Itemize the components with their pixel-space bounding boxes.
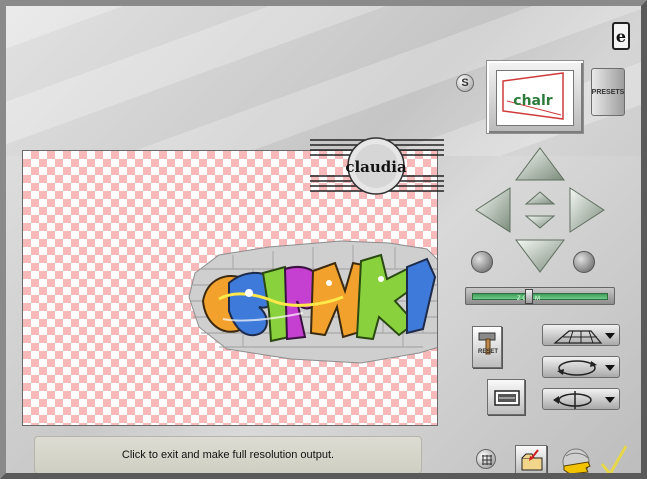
zoom-thumb[interactable] [525, 289, 533, 304]
status-message: Click to exit and make full resolution o… [121, 449, 335, 461]
status-bar[interactable]: Click to exit and make full resolution o… [34, 436, 422, 473]
s-button[interactable]: S [456, 74, 474, 92]
ok-button[interactable] [558, 442, 630, 473]
mini-preview-icon [494, 390, 520, 406]
chevron-down-icon [605, 333, 615, 339]
preset-thumb-text: chalr [513, 93, 553, 109]
preset-preview: chalr [496, 70, 574, 126]
filter-dialog: claudia Click to exit and make full reso… [0, 0, 647, 479]
app-logo-icon[interactable]: e [612, 22, 630, 50]
grid-icon[interactable] [476, 449, 496, 469]
nav-right-icon[interactable] [569, 187, 605, 233]
flip-mode-button[interactable] [542, 388, 620, 410]
center-down-icon[interactable] [524, 215, 556, 229]
zoom-slider[interactable]: Z O O M [465, 287, 615, 305]
chevron-down-icon [605, 397, 615, 403]
check-icon [600, 445, 628, 473]
presets-label: PRESETS [591, 88, 625, 96]
preset-thumbnail[interactable]: chalr [486, 60, 584, 134]
reset-button[interactable]: RESET [472, 326, 502, 368]
load-preset-button[interactable] [515, 445, 547, 473]
zoom-track: Z O O M [472, 293, 608, 302]
perspective-grid-icon [553, 330, 615, 344]
nav-down-icon[interactable] [515, 239, 565, 273]
rotate-arrows-icon [557, 360, 615, 376]
thumbnail-button[interactable] [487, 379, 525, 415]
nav-left-icon[interactable] [475, 187, 511, 233]
watermark-logo: claudia [310, 132, 444, 198]
perspective-mode-button[interactable] [542, 324, 620, 346]
rotate-mode-button[interactable] [542, 356, 620, 378]
watermark-text: claudia [345, 158, 407, 176]
rotate-right-knob[interactable] [573, 251, 595, 273]
center-up-icon[interactable] [524, 191, 556, 205]
folder-arrow-icon [521, 449, 543, 471]
rotate-left-knob[interactable] [471, 251, 493, 273]
chevron-down-icon [605, 365, 615, 371]
reset-label: RESET [477, 349, 498, 355]
presets-button[interactable]: PRESETS [591, 68, 625, 116]
nav-up-icon[interactable] [515, 147, 565, 181]
flip-axis-icon [553, 391, 615, 409]
